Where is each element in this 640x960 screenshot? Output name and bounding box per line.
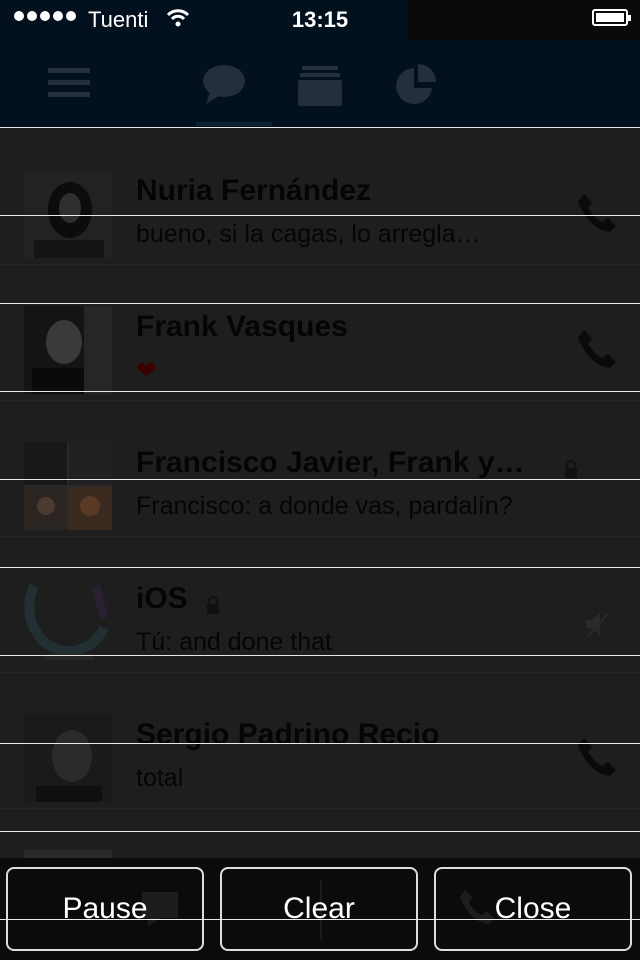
last-message: total — [136, 764, 184, 792]
active-tab-indicator — [196, 122, 272, 126]
bottom-toolbar: Pause Clear Close — [0, 858, 640, 960]
clock: 13:15 — [291, 7, 349, 32]
contact-name: Francisco Javier, Frank y… — [136, 446, 525, 479]
conversation-row[interactable]: Francisco Javier, Frank y… Francisco: a … — [0, 400, 640, 537]
avatar — [24, 850, 112, 858]
pie-chart-icon[interactable] — [394, 64, 438, 108]
contact-name: Frank Vasques — [136, 310, 348, 343]
conversation-row-partial[interactable] — [0, 808, 640, 858]
lock-icon — [207, 596, 219, 614]
avatar — [24, 306, 112, 394]
chat-bubble-icon[interactable] — [202, 64, 246, 106]
last-message: Francisco: a donde vas, pardalín? — [136, 492, 513, 520]
last-message: ❤ — [136, 357, 157, 385]
lock-icon — [565, 460, 577, 478]
conversation-row[interactable]: iOS Tú: and done that — [0, 536, 640, 673]
muted-speaker-icon[interactable] — [584, 610, 610, 638]
avatar — [24, 578, 112, 666]
contacts-icon[interactable] — [298, 66, 342, 106]
group-avatar — [24, 442, 112, 530]
status-bar: Tuenti 13:15 — [0, 0, 640, 52]
contact-name: Sergio Padrino Recio — [136, 718, 440, 751]
close-button[interactable]: Close — [434, 867, 632, 951]
conversation-row[interactable]: Frank Vasques ❤ — [0, 264, 640, 401]
phone-icon[interactable] — [576, 328, 618, 370]
top-nav — [0, 40, 640, 128]
conversation-row[interactable]: Nuria Fernández bueno, si la cagas, lo a… — [0, 128, 640, 265]
conversation-list: Nuria Fernández bueno, si la cagas, lo a… — [0, 128, 640, 858]
battery-icon — [592, 9, 631, 26]
contact-name: Nuria Fernández — [136, 174, 372, 207]
clear-button[interactable]: Clear — [220, 867, 418, 951]
avatar — [24, 714, 112, 802]
last-message: bueno, si la cagas, lo arregla… — [136, 220, 481, 248]
last-message: Tú: and done that — [136, 628, 332, 656]
phone-icon[interactable] — [576, 192, 618, 234]
avatar — [24, 170, 112, 258]
conversation-row[interactable]: Sergio Padrino Recio total — [0, 672, 640, 809]
pause-button[interactable]: Pause — [6, 867, 204, 951]
phone-icon[interactable] — [576, 736, 618, 778]
menu-icon[interactable] — [48, 66, 90, 100]
contact-name: iOS — [136, 582, 188, 615]
